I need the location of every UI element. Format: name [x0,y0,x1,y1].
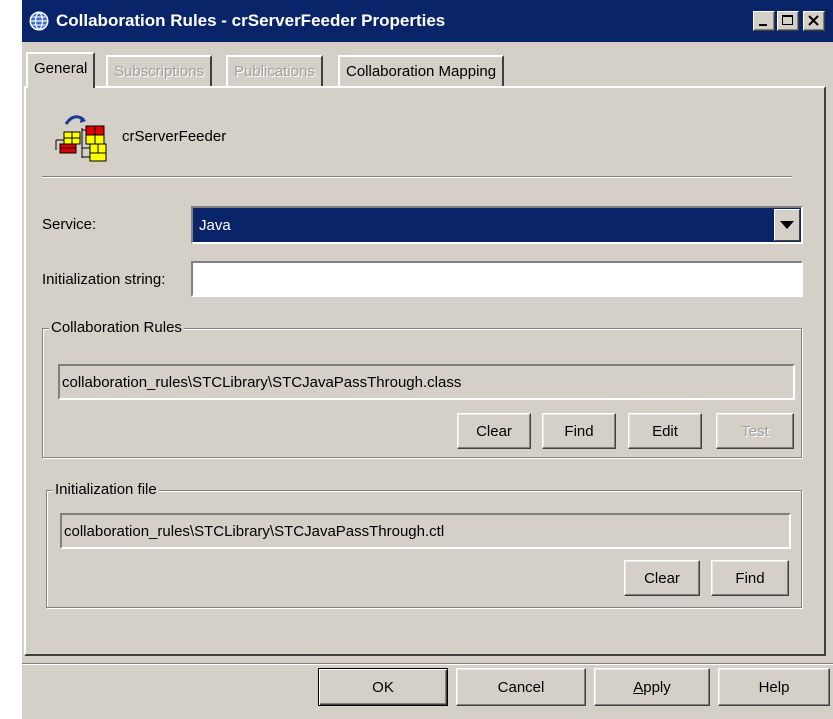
tab-collaboration-mapping[interactable]: Collaboration Mapping [338,55,505,87]
tab-general[interactable]: General [26,52,96,88]
tab-subscriptions: Subscriptions [106,55,213,87]
init-clear-button[interactable]: Clear [624,560,700,596]
collab-edit-button[interactable]: Edit [628,413,702,449]
tab-publications-label: Publications [234,63,315,80]
init-string-input[interactable] [191,261,803,297]
collab-test-button: Test [716,413,794,449]
ok-button[interactable]: OK [318,668,448,706]
maximize-button[interactable] [777,11,799,31]
minimize-button[interactable] [753,11,775,31]
initialization-file-path: collaboration_rules\STCLibrary\STCJavaPa… [64,523,445,540]
minimize-icon [759,24,767,26]
divider [42,176,792,178]
close-icon [808,15,819,26]
tab-collaboration-mapping-label: Collaboration Mapping [346,63,497,80]
cancel-button[interactable]: Cancel [456,668,586,706]
dropdown-button[interactable] [774,209,800,241]
globe-icon[interactable] [28,10,50,32]
collaboration-rules-path-field[interactable]: collaboration_rules\STCLibrary\STCJavaPa… [58,364,795,400]
apply-label-rest: pply [643,678,671,696]
title-bar[interactable]: Collaboration Rules - crServerFeeder Pro… [22,0,833,42]
help-button[interactable]: Help [718,668,830,706]
tab-publications: Publications [226,55,323,87]
init-string-label: Initialization string: [42,271,166,288]
apply-button[interactable]: Apply [594,668,710,706]
dialog-footer-divider [22,663,833,665]
collaboration-rules-icon [52,110,112,166]
service-value: Java [199,217,231,234]
tab-subscriptions-label: Subscriptions [114,63,205,80]
close-button[interactable] [803,11,825,31]
init-find-button[interactable]: Find [711,560,789,596]
initialization-file-path-field[interactable]: collaboration_rules\STCLibrary\STCJavaPa… [60,513,791,549]
service-dropdown[interactable]: Java [191,206,803,244]
apply-accelerator: A [633,678,644,696]
initialization-file-legend: Initialization file [53,481,159,498]
collab-clear-button[interactable]: Clear [457,413,531,449]
background-edge [0,0,22,719]
collaboration-rules-legend: Collaboration Rules [49,319,184,336]
tab-general-label: General [34,60,88,77]
collab-find-button[interactable]: Find [542,413,616,449]
maximize-icon [782,15,793,25]
object-name: crServerFeeder [122,128,227,145]
chevron-down-icon [780,221,794,229]
window-title: Collaboration Rules - crServerFeeder Pro… [56,11,446,30]
properties-dialog: Collaboration Rules - crServerFeeder Pro… [0,0,833,719]
collaboration-rules-path: collaboration_rules\STCLibrary\STCJavaPa… [62,374,462,391]
service-label: Service: [42,216,97,233]
